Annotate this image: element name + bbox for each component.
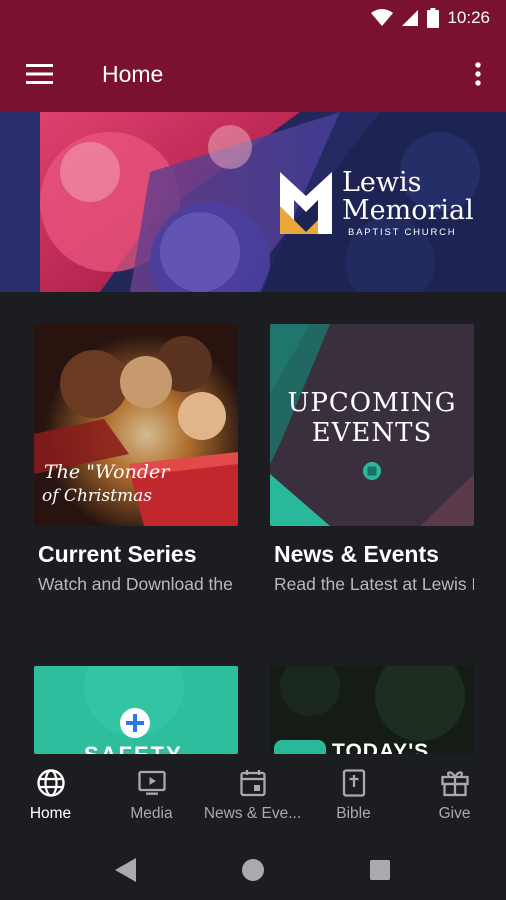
news-events-image: UPCOMING EVENTS: [270, 324, 474, 526]
bible-icon: [342, 769, 365, 797]
status-time: 10:26: [447, 8, 490, 27]
current-series-card[interactable]: The "Wonder of Christmas Current Series …: [34, 324, 238, 604]
status-bar: 10:26: [0, 0, 506, 38]
back-icon[interactable]: [110, 854, 142, 886]
church-logo: Lewis Memorial BAPTIST CHURCH: [278, 168, 502, 240]
card-title: News & Events: [274, 541, 439, 567]
nav-item-give[interactable]: Give: [404, 754, 505, 840]
nav-label: Home: [29, 805, 72, 822]
nav-label: Media: [130, 805, 173, 822]
christmas-series-script-2: of Christmas: [42, 486, 152, 506]
recents-icon[interactable]: [364, 854, 396, 886]
safety-text: SAFETY: [84, 742, 183, 754]
news-events-card[interactable]: UPCOMING EVENTS News & Events Read the L…: [270, 324, 474, 604]
christmas-series-script-1: The "Wonder: [44, 461, 170, 483]
battery-icon: [427, 8, 440, 28]
page-title: Home: [102, 61, 164, 87]
tv-play-icon: [137, 770, 166, 795]
more-options-button[interactable]: [466, 57, 490, 93]
nav-item-bible[interactable]: Bible: [303, 754, 404, 840]
nav-label: News & Eve...: [203, 805, 302, 822]
safety-card[interactable]: SAFETY: [34, 666, 238, 754]
logo-subtitle: BAPTIST CHURCH: [348, 227, 457, 238]
card-subtitle: Read the Latest at Lewis Memorial: [274, 574, 474, 594]
status-icons: 10:26: [371, 8, 490, 28]
upcoming-text: UPCOMING: [287, 388, 457, 418]
todays-text: TODAY'S: [332, 740, 430, 754]
card-title: Current Series: [38, 541, 197, 567]
current-series-image: The "Wonder of Christmas: [34, 324, 238, 526]
nav-item-media[interactable]: Media: [101, 754, 202, 840]
hamburger-menu-icon: [26, 64, 53, 84]
logo-name-line1: Lewis: [342, 167, 422, 198]
bottom-navigation: Home Media News & Eve... Bible Give: [0, 754, 506, 840]
nav-item-home[interactable]: Home: [0, 754, 101, 840]
nav-item-news-events[interactable]: News & Eve...: [202, 754, 303, 840]
more-vert-icon: [475, 62, 481, 86]
events-text: EVENTS: [311, 418, 433, 448]
todays-card[interactable]: TODAY'S: [270, 666, 474, 754]
logo-name-line2: Memorial: [342, 195, 474, 226]
signal-icon: [402, 10, 419, 26]
screen: 10:26 Home Lewis Memorial BAPTIST CHURCH…: [0, 0, 506, 900]
gift-icon: [440, 771, 469, 797]
hero-banner[interactable]: Lewis Memorial BAPTIST CHURCH: [0, 112, 506, 292]
hamburger-menu-button[interactable]: [20, 57, 60, 93]
app-bar: Home: [0, 38, 506, 112]
safety-graphic: [34, 666, 238, 754]
nav-label: Give: [438, 805, 471, 822]
card-subtitle: Watch and Download the Latest: [38, 574, 238, 594]
nav-label: Bible: [336, 805, 371, 822]
wifi-icon: [371, 9, 394, 26]
calendar-icon: [239, 770, 266, 797]
home-circle-icon[interactable]: [237, 854, 269, 886]
globe-icon: [36, 769, 65, 797]
church-logo-mark: [280, 172, 332, 234]
system-navigation-bar: [0, 840, 506, 900]
